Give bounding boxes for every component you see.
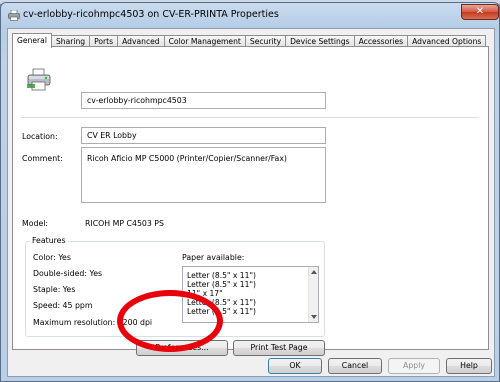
paper-list-scrollbar[interactable] [308, 267, 318, 322]
list-item: Letter (8.5" x 11") [187, 280, 256, 289]
ok-button[interactable]: OK [268, 358, 322, 374]
separator [21, 117, 479, 118]
model-value: RICOH MP C4503 PS [85, 219, 164, 228]
features-title: Features [30, 236, 68, 245]
printer-icon [27, 68, 51, 91]
feature-color: Color: Yes [33, 253, 71, 262]
feature-double-sided: Double-sided: Yes [33, 269, 103, 278]
dialog-client-area: General Sharing Ports Advanced Color Man… [7, 28, 495, 377]
printer-name-field[interactable]: cv-erlobby-ricohmpc4503 [81, 92, 326, 109]
feature-staple: Staple: Yes [33, 285, 76, 294]
model-label: Model: [22, 219, 49, 228]
window-title: cv-erlobby-ricohmpc4503 on CV-ER-PRINTA … [23, 9, 279, 20]
print-test-page-button[interactable]: Print Test Page [233, 340, 325, 356]
close-button[interactable]: ✕ [461, 4, 499, 20]
scroll-down-icon[interactable] [311, 315, 317, 319]
general-tab-panel: cv-erlobby-ricohmpc4503 Location: CV ER … [12, 46, 489, 356]
scroll-up-icon[interactable] [311, 270, 317, 274]
tab-strip: General Sharing Ports Advanced Color Man… [12, 33, 487, 48]
apply-button[interactable]: Apply [388, 358, 440, 374]
tab-general[interactable]: General [12, 33, 52, 48]
comment-label: Comment: [22, 154, 63, 163]
help-button[interactable]: Help [446, 358, 492, 374]
location-field[interactable]: CV ER Lobby [81, 127, 326, 144]
feature-speed: Speed: 45 ppm [33, 301, 93, 310]
annotation-circle [117, 290, 223, 352]
printer-title-icon [8, 10, 20, 21]
list-item: Letter (8.5" x 11") [187, 271, 256, 280]
properties-window: cv-erlobby-ricohmpc4503 on CV-ER-PRINTA … [0, 2, 500, 382]
paper-available-label: Paper available: [182, 253, 245, 262]
comment-field[interactable]: Ricoh Aficio MP C5000 (Printer/Copier/Sc… [81, 147, 326, 203]
location-label: Location: [22, 132, 58, 141]
cancel-button[interactable]: Cancel [328, 358, 382, 374]
